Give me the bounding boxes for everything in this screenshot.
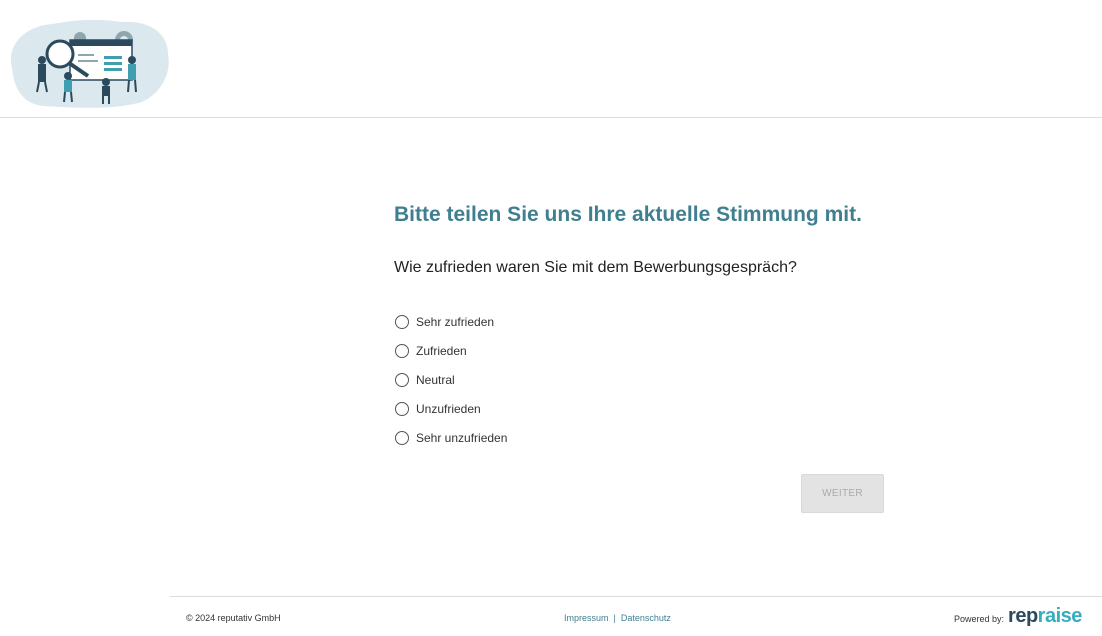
survey-title: Bitte teilen Sie uns Ihre aktuelle Stimm… [394,203,862,226]
survey-panel: Bitte teilen Sie uns Ihre aktuelle Stimm… [394,200,894,452]
page-footer: © 2024 reputativ GmbH Impressum | Datensch… [170,596,1102,636]
radio-button[interactable] [395,372,409,387]
impressum-link[interactable]: Impressum [564,613,609,623]
page-header [0,0,1102,118]
copyright-text: © 2024 reputativ GmbH [186,613,281,623]
option-sehr-zufrieden[interactable]: Sehr zufrieden [394,307,894,336]
datenschutz-link[interactable]: Datenschutz [621,613,671,623]
footer-links: Impressum | Datenschutz [564,613,671,623]
radio-button[interactable] [395,401,409,416]
link-separator: | [613,613,616,623]
powered-by: Powered by: repraise [954,605,1082,628]
option-label[interactable]: Unzufrieden [416,402,481,416]
radio-button[interactable] [395,314,409,329]
next-button[interactable]: WEITER [801,474,884,513]
brand-part-raise: raise [1037,605,1083,627]
option-sehr-unzufrieden[interactable]: Sehr unzufrieden [394,423,894,452]
option-neutral[interactable]: Neutral [394,365,894,394]
option-zufrieden[interactable]: Zufrieden [394,336,894,365]
answer-options: Sehr zufrieden Zufrieden Neutral Unzufri… [394,307,894,452]
powered-by-label: Powered by: [954,614,1005,624]
option-label[interactable]: Neutral [416,373,455,387]
repraise-logo[interactable]: repraise [1008,605,1082,628]
radio-button[interactable] [395,343,409,358]
option-label[interactable]: Sehr zufrieden [416,315,494,329]
option-label[interactable]: Zufrieden [416,344,467,358]
recruiting-illustration-icon [10,19,169,108]
option-label[interactable]: Sehr unzufrieden [416,431,507,445]
radio-button[interactable] [395,430,409,445]
brand-part-rep: rep [1008,605,1038,627]
option-unzufrieden[interactable]: Unzufrieden [394,394,894,423]
survey-question: Wie zufrieden waren Sie mit dem Bewerbun… [394,259,797,276]
